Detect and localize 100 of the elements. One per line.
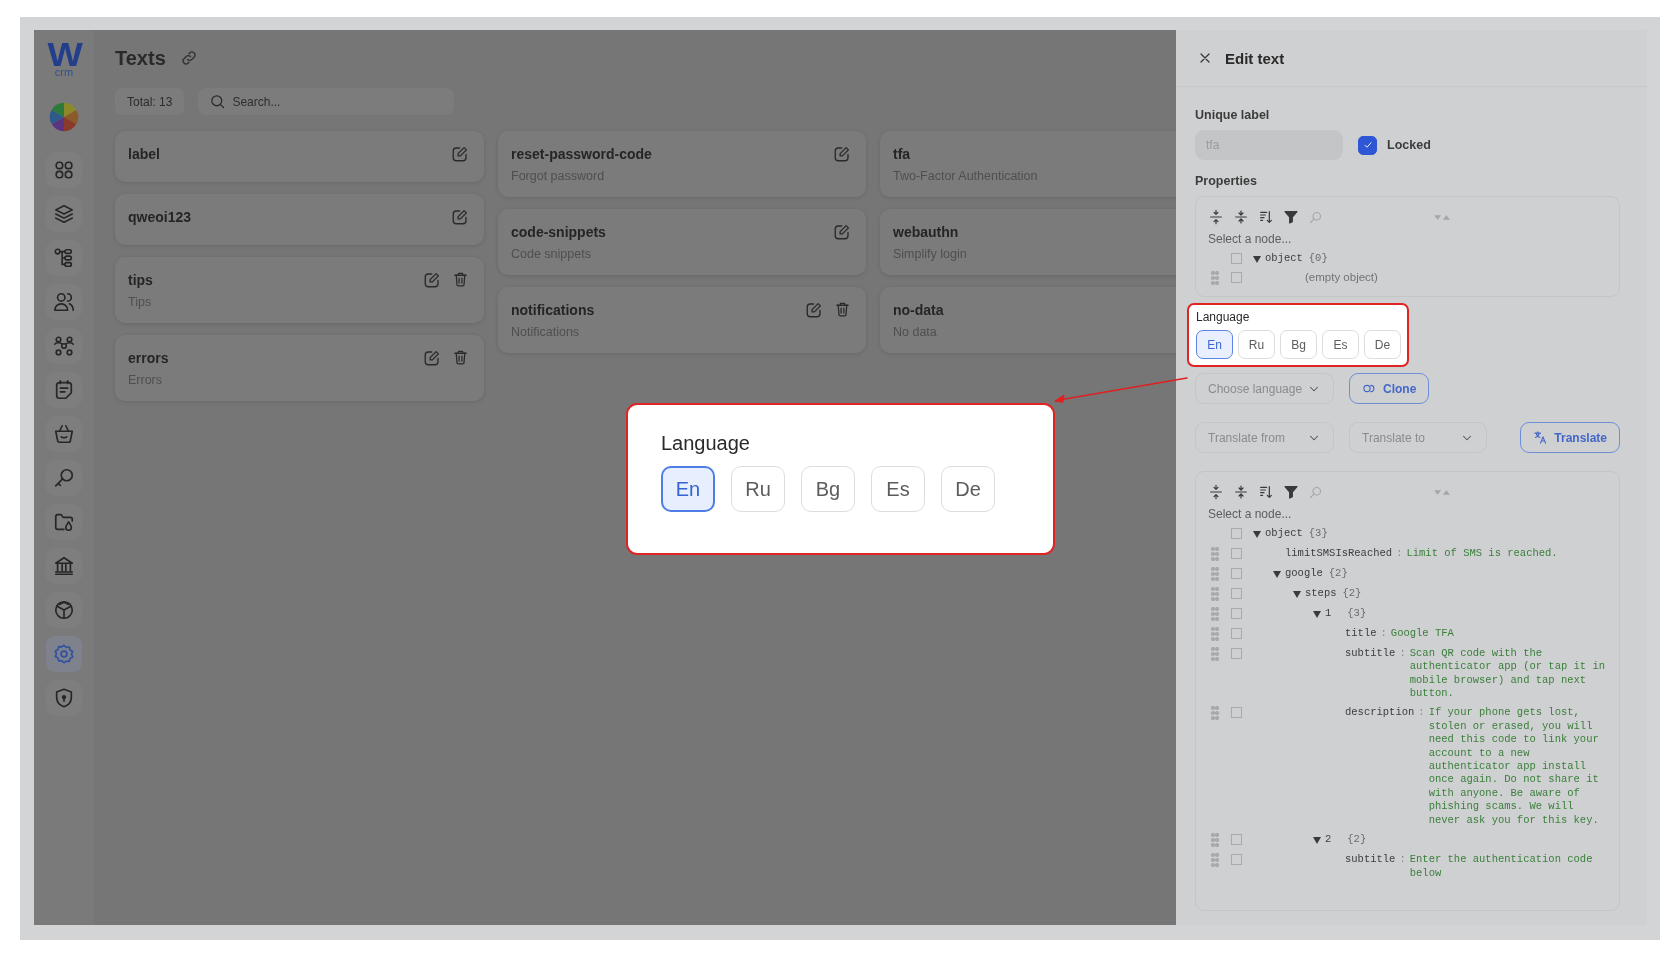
- sidebar-item[interactable]: [46, 504, 82, 540]
- link-icon[interactable]: [179, 49, 198, 67]
- edit-icon[interactable]: [833, 223, 851, 241]
- checkbox[interactable]: [1231, 567, 1242, 579]
- sidebar-item[interactable]: [46, 592, 82, 628]
- sort-icon[interactable]: [1258, 209, 1274, 225]
- sidebar-item[interactable]: [46, 284, 82, 320]
- language-tab[interactable]: De: [1364, 330, 1401, 360]
- checkbox[interactable]: [1231, 854, 1242, 866]
- node-count: {2}: [1328, 566, 1348, 581]
- caret-icon[interactable]: [1292, 588, 1302, 599]
- caret-icon[interactable]: [1312, 835, 1322, 846]
- drag-handle-icon[interactable]: [1211, 271, 1219, 286]
- trash-icon[interactable]: [834, 301, 851, 318]
- expand-icon[interactable]: [1208, 209, 1224, 225]
- sidebar-item[interactable]: [46, 372, 82, 408]
- page-title: Texts: [115, 46, 166, 70]
- language-tab[interactable]: Es: [871, 466, 925, 512]
- language-tab[interactable]: Bg: [1280, 330, 1317, 360]
- sidebar-item[interactable]: [46, 196, 82, 232]
- sort-icon[interactable]: [1258, 484, 1274, 501]
- clone-button[interactable]: Clone: [1349, 373, 1430, 405]
- drag-handle-icon[interactable]: [1211, 566, 1219, 581]
- edit-icon[interactable]: [423, 271, 441, 289]
- source-language-dropdown[interactable]: Translate from: [1195, 422, 1334, 454]
- collapse-icon[interactable]: [1233, 209, 1249, 225]
- sidebar-item[interactable]: [46, 680, 82, 716]
- drag-handle-icon[interactable]: [1211, 833, 1219, 848]
- drag-handle-icon[interactable]: [1211, 606, 1219, 621]
- drag-handle-icon[interactable]: [1211, 546, 1219, 561]
- drag-handle-icon[interactable]: [1211, 706, 1219, 721]
- sidebar-item[interactable]: [46, 152, 82, 188]
- drag-handle-icon[interactable]: [1211, 646, 1219, 661]
- edit-icon[interactable]: [451, 145, 469, 163]
- language-tab[interactable]: En: [661, 466, 715, 512]
- checkbox[interactable]: [1231, 253, 1242, 264]
- translate-button[interactable]: Translate: [1520, 422, 1620, 454]
- checkbox[interactable]: [1231, 272, 1242, 284]
- caret-icon[interactable]: [1252, 529, 1262, 540]
- language-tab[interactable]: Es: [1322, 330, 1359, 360]
- node-select-field[interactable]: Select a node...: [1208, 232, 1607, 248]
- separator: :: [1396, 546, 1403, 561]
- caret-icon[interactable]: [1312, 608, 1322, 619]
- grid-icon: [53, 159, 75, 181]
- checkbox[interactable]: [1231, 607, 1242, 619]
- checkbox[interactable]: [1231, 647, 1242, 659]
- drag-handle-icon[interactable]: [1211, 626, 1219, 641]
- edit-icon[interactable]: [805, 301, 823, 319]
- language-dropdown[interactable]: Choose language: [1195, 373, 1334, 405]
- card-title: tips: [128, 272, 153, 288]
- card-title: no-data: [893, 302, 944, 318]
- card-title: tfa: [893, 146, 911, 162]
- text-card[interactable]: qweoi123: [115, 194, 484, 245]
- search-field[interactable]: Search...: [198, 88, 455, 115]
- checkbox[interactable]: [1231, 547, 1242, 559]
- sidebar-item[interactable]: [46, 328, 82, 364]
- edit-icon[interactable]: [833, 145, 851, 163]
- node-count: {3}: [1308, 527, 1328, 541]
- edit-icon[interactable]: [451, 208, 469, 226]
- edit-icon[interactable]: [423, 349, 441, 367]
- language-tab[interactable]: Ru: [731, 466, 785, 512]
- card-title: code-snippets: [511, 224, 606, 240]
- language-tab[interactable]: De: [941, 466, 995, 512]
- sidebar-item[interactable]: [46, 240, 82, 276]
- separator: :: [1399, 646, 1406, 661]
- folder-icon: [53, 511, 75, 533]
- caret-icon[interactable]: [1252, 254, 1262, 264]
- sidebar-item[interactable]: [46, 416, 82, 452]
- checkbox[interactable]: [1358, 135, 1377, 155]
- target-language-dropdown[interactable]: Translate to: [1349, 422, 1487, 454]
- field-label: Unique label: [1195, 108, 1271, 122]
- sidebar-item[interactable]: [46, 636, 82, 672]
- color-wheel-icon[interactable]: [47, 100, 81, 134]
- drag-handle-icon[interactable]: [1211, 586, 1219, 601]
- section-label: Language: [1196, 310, 1251, 325]
- text-card[interactable]: label: [115, 131, 484, 182]
- caret-icon[interactable]: [1272, 568, 1282, 579]
- filter-icon[interactable]: [1283, 484, 1299, 501]
- checkbox[interactable]: [1231, 528, 1242, 540]
- filter-icon[interactable]: [1283, 209, 1299, 225]
- language-tab[interactable]: Bg: [801, 466, 855, 512]
- checkbox[interactable]: [1231, 834, 1242, 846]
- expand-icon[interactable]: [1208, 484, 1224, 501]
- card-title: notifications: [511, 302, 595, 318]
- language-tab[interactable]: Ru: [1238, 330, 1275, 360]
- language-tab[interactable]: En: [1196, 330, 1233, 360]
- drag-handle-icon[interactable]: [1211, 853, 1219, 868]
- trash-icon[interactable]: [452, 271, 469, 288]
- checkbox[interactable]: [1231, 587, 1242, 599]
- checkbox[interactable]: [1231, 627, 1242, 639]
- sidebar-item[interactable]: [46, 460, 82, 496]
- node-value: Limit of SMS is reached.: [1406, 546, 1559, 561]
- checkbox[interactable]: [1231, 707, 1242, 719]
- card-title: label: [128, 146, 160, 162]
- collapse-icon[interactable]: [1233, 484, 1249, 501]
- locked-checkbox[interactable]: Locked: [1358, 135, 1431, 155]
- trash-icon[interactable]: [452, 349, 469, 366]
- sidebar-item[interactable]: [46, 548, 82, 584]
- settings-icon: [53, 643, 75, 665]
- node-select-field[interactable]: Select a node...: [1208, 507, 1607, 524]
